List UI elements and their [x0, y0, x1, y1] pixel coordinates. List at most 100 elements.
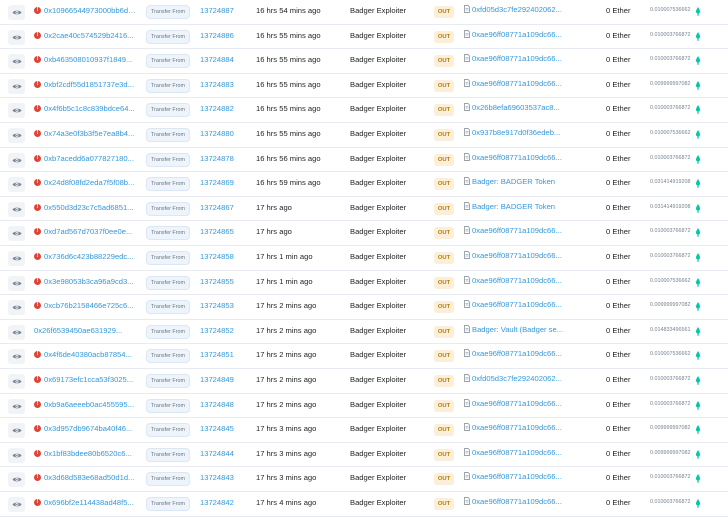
to-address-link[interactable]: 0xfd05d3c7fe292402062...: [464, 5, 568, 14]
block-link[interactable]: 13724869: [200, 178, 234, 187]
from-address[interactable]: Badger Exploiter: [350, 277, 406, 286]
to-address-link[interactable]: 0xae96ff08771a109dc66...: [464, 300, 568, 309]
tx-hash-link[interactable]: 0x696bf2e114438ad48f5...: [44, 498, 136, 507]
tx-hash-link[interactable]: 0x10966544973000bb6d38...: [44, 6, 136, 15]
to-address-link[interactable]: Badger: Vault (Badger se...: [464, 325, 568, 334]
tx-hash-link[interactable]: 0x4f6de40380acb87854...: [44, 350, 136, 359]
eye-icon[interactable]: [8, 177, 25, 193]
tx-hash-link[interactable]: 0x4f6b5c1c8c839bdce64...: [44, 104, 136, 113]
to-address-link[interactable]: 0xae96ff08771a109dc66...: [464, 251, 568, 260]
to-address-link[interactable]: 0xae96ff08771a109dc66...: [464, 349, 568, 358]
tx-hash-link[interactable]: 0x2cae40c574529b2416...: [44, 31, 136, 40]
tx-hash-link[interactable]: 0x74a3e0f3b3f5e7ea8b4...: [44, 129, 136, 138]
eye-icon[interactable]: [8, 78, 25, 94]
to-address-link[interactable]: 0xae96ff08771a109dc66...: [464, 54, 568, 63]
to-address-link[interactable]: Badger: BADGER Token: [464, 177, 568, 186]
tx-hash-link[interactable]: 0x3e98053b3ca96a9cd3...: [44, 277, 136, 286]
from-address[interactable]: Badger Exploiter: [350, 154, 406, 163]
block-link[interactable]: 13724845: [200, 424, 234, 433]
from-address[interactable]: Badger Exploiter: [350, 129, 406, 138]
tx-hash-link[interactable]: 0xcb76b2158466e725c6...: [44, 301, 136, 310]
block-link[interactable]: 13724843: [200, 473, 234, 482]
tx-hash-link[interactable]: 0x3d957db9674ba40f46...: [44, 424, 136, 433]
eye-icon[interactable]: [8, 423, 25, 439]
block-link[interactable]: 13724865: [200, 227, 234, 236]
from-address[interactable]: Badger Exploiter: [350, 375, 406, 384]
from-address[interactable]: Badger Exploiter: [350, 449, 406, 458]
from-address[interactable]: Badger Exploiter: [350, 178, 406, 187]
block-link[interactable]: 13724848: [200, 400, 234, 409]
block-link[interactable]: 13724844: [200, 449, 234, 458]
from-address[interactable]: Badger Exploiter: [350, 498, 406, 507]
from-address[interactable]: Badger Exploiter: [350, 55, 406, 64]
to-address-link[interactable]: 0xae96ff08771a109dc66...: [464, 153, 568, 162]
tx-hash-link[interactable]: 0x736d6c423b88229edc...: [44, 252, 136, 261]
eye-icon[interactable]: [8, 447, 25, 463]
block-link[interactable]: 13724882: [200, 104, 234, 113]
tx-hash-link[interactable]: 0x69173efc1cca53f3025...: [44, 375, 136, 384]
eye-icon[interactable]: [8, 300, 25, 316]
to-address-link[interactable]: 0xae96ff08771a109dc66...: [464, 497, 568, 506]
from-address[interactable]: Badger Exploiter: [350, 301, 406, 310]
tx-hash-link[interactable]: 0xb9a6aeeeb0ac455595...: [44, 400, 136, 409]
to-address-link[interactable]: 0xae96ff08771a109dc66...: [464, 423, 568, 432]
from-address[interactable]: Badger Exploiter: [350, 473, 406, 482]
from-address[interactable]: Badger Exploiter: [350, 80, 406, 89]
block-link[interactable]: 13724884: [200, 55, 234, 64]
to-address-link[interactable]: 0xfd05d3c7fe292402062...: [464, 374, 568, 383]
eye-icon[interactable]: [8, 472, 25, 488]
eye-icon[interactable]: [8, 152, 25, 168]
to-address-link[interactable]: 0xae96ff08771a109dc66...: [464, 399, 568, 408]
eye-icon[interactable]: [8, 226, 25, 242]
tx-hash-link[interactable]: 0x24d8f08fd2eda7f5f08b...: [44, 178, 136, 187]
tx-hash-link[interactable]: 0xb463508010937f1849...: [44, 55, 136, 64]
tx-hash-link[interactable]: 0x26f6539450ae631929...: [34, 326, 134, 335]
eye-icon[interactable]: [8, 324, 25, 340]
block-link[interactable]: 13724887: [200, 6, 234, 15]
block-link[interactable]: 13724867: [200, 203, 234, 212]
block-link[interactable]: 13724883: [200, 80, 234, 89]
from-address[interactable]: Badger Exploiter: [350, 424, 406, 433]
block-link[interactable]: 13724880: [200, 129, 234, 138]
from-address[interactable]: Badger Exploiter: [350, 6, 406, 15]
eye-icon[interactable]: [8, 275, 25, 291]
eye-icon[interactable]: [8, 54, 25, 70]
to-address-link[interactable]: Badger: BADGER Token: [464, 202, 568, 211]
from-address[interactable]: Badger Exploiter: [350, 252, 406, 261]
tx-hash-link[interactable]: 0xd7ad567d7037f0ee0e...: [44, 227, 136, 236]
tx-hash-link[interactable]: 0xbf2cdf55d1851737e3d...: [44, 80, 136, 89]
eye-icon[interactable]: [8, 201, 25, 217]
block-link[interactable]: 13724855: [200, 277, 234, 286]
from-address[interactable]: Badger Exploiter: [350, 104, 406, 113]
block-link[interactable]: 13724849: [200, 375, 234, 384]
eye-icon[interactable]: [8, 103, 25, 119]
from-address[interactable]: Badger Exploiter: [350, 400, 406, 409]
eye-icon[interactable]: [8, 5, 25, 20]
eye-icon[interactable]: [8, 497, 25, 512]
tx-hash-link[interactable]: 0x550d3d23c7c5ad6851...: [44, 203, 136, 212]
to-address-link[interactable]: 0xae96ff08771a109dc66...: [464, 79, 568, 88]
to-address-link[interactable]: 0x937b8e917d0f36edeb...: [464, 128, 568, 137]
eye-icon[interactable]: [8, 251, 25, 266]
eye-icon[interactable]: [8, 29, 25, 45]
from-address[interactable]: Badger Exploiter: [350, 31, 406, 40]
tx-hash-link[interactable]: 0x3d68d583e68ad50d1d...: [44, 473, 136, 482]
from-address[interactable]: Badger Exploiter: [350, 326, 406, 335]
tx-hash-link[interactable]: 0xb7acedd6a077827180...: [44, 154, 136, 163]
from-address[interactable]: Badger Exploiter: [350, 203, 406, 212]
to-address-link[interactable]: 0x26b8efa69603537ac8...: [464, 103, 568, 112]
from-address[interactable]: Badger Exploiter: [350, 350, 406, 359]
block-link[interactable]: 13724858: [200, 252, 234, 261]
block-link[interactable]: 13724853: [200, 301, 234, 310]
eye-icon[interactable]: [8, 374, 25, 389]
block-link[interactable]: 13724878: [200, 154, 234, 163]
eye-icon[interactable]: [8, 398, 25, 414]
to-address-link[interactable]: 0xae96ff08771a109dc66...: [464, 226, 568, 235]
to-address-link[interactable]: 0xae96ff08771a109dc66...: [464, 448, 568, 457]
block-link[interactable]: 13724851: [200, 350, 234, 359]
to-address-link[interactable]: 0xae96ff08771a109dc66...: [464, 276, 568, 285]
to-address-link[interactable]: 0xae96ff08771a109dc66...: [464, 472, 568, 481]
block-link[interactable]: 13724886: [200, 31, 234, 40]
eye-icon[interactable]: [8, 349, 25, 365]
eye-icon[interactable]: [8, 128, 25, 143]
